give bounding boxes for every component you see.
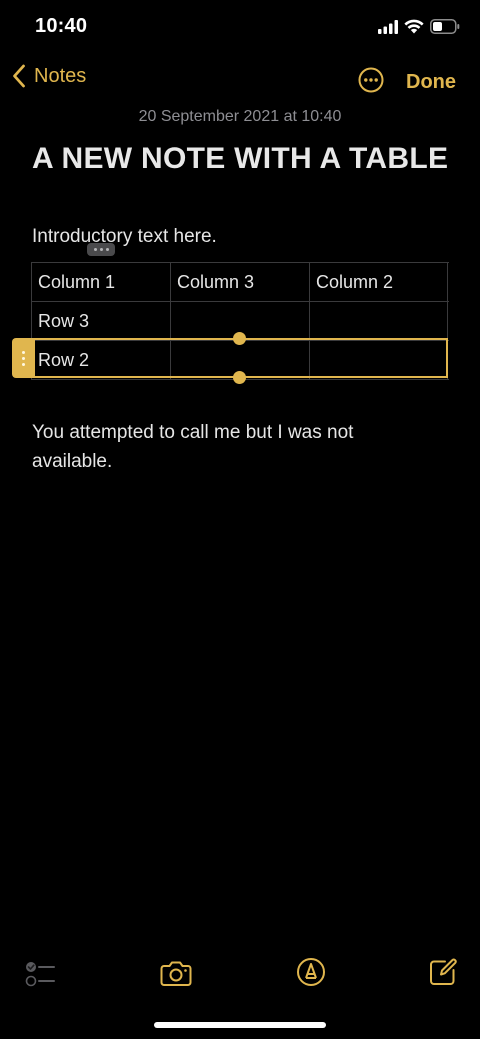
camera-icon (160, 961, 192, 986)
note-table: Column 1 Column 3 Column 2 Row 3 Row 2 (31, 262, 449, 380)
table-handle-dot (99, 248, 103, 251)
status-bar: 10:40 (0, 0, 480, 56)
grip-dot (21, 356, 25, 360)
compose-button[interactable] (428, 957, 458, 992)
checklist-button[interactable] (24, 959, 56, 994)
table-cell[interactable] (309, 302, 448, 340)
note-date: 20 September 2021 at 10:40 (138, 108, 342, 125)
markup-button[interactable] (296, 957, 326, 992)
ellipsis-circle-icon (358, 67, 384, 93)
back-button[interactable]: Notes (12, 64, 86, 88)
done-button[interactable]: Done (406, 71, 456, 94)
table-cell[interactable]: Row 2 (31, 341, 170, 379)
table-cell[interactable]: Column 2 (309, 263, 448, 301)
table-handle-dot (105, 248, 109, 251)
nav-bar: Notes Done (0, 60, 480, 104)
table-cell[interactable] (309, 341, 448, 379)
table-handle[interactable] (87, 243, 115, 256)
body-text[interactable]: You attempted to call me but I was not a… (32, 418, 432, 476)
table-cell[interactable]: Column 3 (170, 263, 309, 301)
grip-dot (21, 362, 25, 366)
selection-knob-bottom[interactable] (233, 371, 246, 384)
more-options-button[interactable] (358, 67, 384, 98)
intro-text[interactable]: Introductory text here. (32, 226, 217, 248)
wifi-icon (404, 19, 424, 34)
table-handle-dot (93, 248, 97, 251)
grip-dot (21, 350, 25, 354)
cellular-signal-icon (378, 19, 398, 34)
table-cell[interactable]: Row 3 (31, 302, 170, 340)
back-button-label: Notes (34, 64, 87, 87)
table-cell[interactable]: Column 1 (31, 263, 170, 301)
table-row: Column 1 Column 3 Column 2 (31, 262, 449, 302)
selection-knob-top[interactable] (233, 332, 246, 345)
battery-icon (430, 19, 460, 34)
home-indicator (154, 1022, 326, 1028)
note-title[interactable]: A NEW NOTE WITH A TABLE (32, 138, 452, 180)
camera-button[interactable] (160, 959, 192, 992)
checklist-icon (25, 962, 55, 987)
compose-icon (430, 958, 457, 985)
row-grip-handle[interactable] (12, 338, 34, 378)
bottom-toolbar (0, 955, 480, 995)
pen-tip-circle-icon (297, 958, 325, 986)
status-time: 10:40 (35, 15, 88, 37)
chevron-left-icon (13, 64, 25, 88)
status-icons (378, 19, 460, 34)
